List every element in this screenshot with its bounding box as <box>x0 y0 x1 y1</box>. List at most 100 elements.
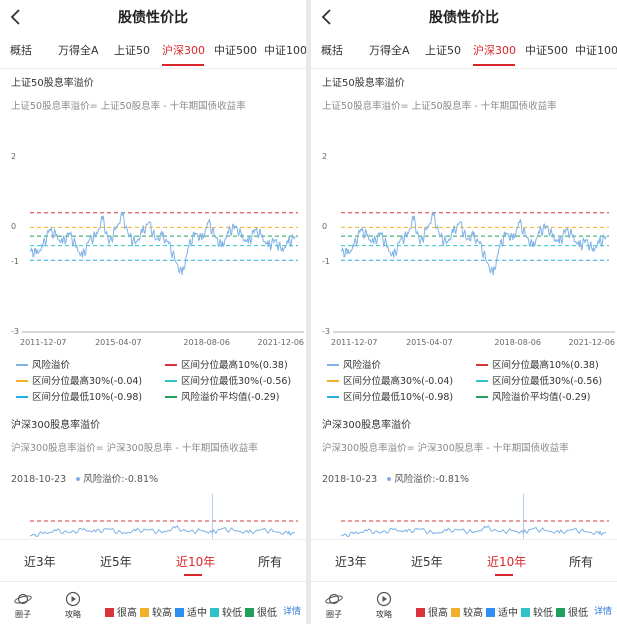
legend-swatch <box>476 363 488 366</box>
level-moderate: 适中 <box>486 604 518 619</box>
section2-title: 沪深300股息率溢价 <box>11 420 101 431</box>
legend-label: 区间分位最低30%(-0.56) <box>181 376 292 387</box>
page-title: 股债性价比 <box>429 10 499 26</box>
index-tab-bar: 概括 万得全A 上证50 沪深300 中证500 中证1000 <box>311 42 617 68</box>
x-tick-label: 2018-08-06 <box>183 338 230 347</box>
legend-swatch <box>327 379 339 382</box>
y-tick-label: -3 <box>322 327 330 336</box>
range-5y-button[interactable]: 近5年 <box>100 553 132 570</box>
x-tick-label: 2011-12-07 <box>331 338 378 347</box>
hover-date: 2018-10-23 <box>322 474 378 485</box>
y-tick-label: 2 <box>322 152 327 161</box>
tab-csi1000[interactable]: 中证1000 <box>575 42 617 58</box>
legend-label: 区间分位最低30%(-0.56) <box>492 376 603 387</box>
legend-swatch <box>165 379 177 382</box>
tab-csi1000[interactable]: 中证1000 <box>264 42 306 58</box>
x-tick-label: 2018-08-06 <box>494 338 541 347</box>
detail-link[interactable]: 详情 <box>283 604 301 617</box>
gonglue-label: 攻略 <box>376 610 392 619</box>
tab-csi300[interactable]: 沪深300 <box>162 42 205 58</box>
level-label: 很高 <box>428 608 448 619</box>
level-swatch <box>245 607 254 617</box>
index-tab-bar: 概括 万得全A 上证50 沪深300 中证500 中证1000 <box>0 42 306 68</box>
level-swatch <box>556 607 565 617</box>
tab-csi500[interactable]: 中证500 <box>214 42 257 58</box>
csi300-premium-chart[interactable] <box>311 490 617 540</box>
legend-item-bottom10: 区间分位最低10%(-0.98) <box>16 389 142 403</box>
range-5y-button[interactable]: 近5年 <box>411 553 443 570</box>
range-3y-button[interactable]: 近3年 <box>335 553 367 570</box>
page-title: 股债性价比 <box>118 10 188 26</box>
hover-date: 2018-10-23 <box>11 474 67 485</box>
level-label: 很低 <box>568 608 588 619</box>
gonglue-button[interactable]: 攻略 <box>371 591 397 620</box>
range-10y-button[interactable]: 近10年 <box>176 553 215 570</box>
level-label: 较低 <box>222 608 242 619</box>
range-10y-button[interactable]: 近10年 <box>487 553 526 570</box>
range-all-button[interactable]: 所有 <box>258 553 282 570</box>
tab-csi500[interactable]: 中证500 <box>525 42 568 58</box>
legend-item-bottom30: 区间分位最低30%(-0.56) <box>165 373 291 387</box>
quanzi-button[interactable]: 圈子 <box>10 591 36 620</box>
tab-sse50[interactable]: 上证50 <box>425 42 461 58</box>
play-circle-icon <box>376 591 392 607</box>
section1-formula: 上证50股息率溢价= 上证50股息率 - 十年期国债收益率 <box>11 101 246 112</box>
legend-swatch <box>165 363 177 366</box>
level-very-low: 很低 <box>556 604 588 619</box>
level-low: 较低 <box>521 604 553 619</box>
level-label: 较低 <box>533 608 553 619</box>
level-swatch <box>105 607 114 617</box>
bottom-toolbar: 圈子 攻略 很高 较高 适中 较低 很低 详情 <box>0 581 306 624</box>
header-divider <box>311 68 617 69</box>
tab-wind-all-a[interactable]: 万得全A <box>369 42 410 58</box>
y-tick-label: -1 <box>11 257 19 266</box>
legend-swatch <box>165 395 177 398</box>
tab-sse50[interactable]: 上证50 <box>114 42 150 58</box>
hover-readout: 2018-10-23 风险溢价:-0.81% <box>322 471 469 485</box>
tab-csi300[interactable]: 沪深300 <box>473 42 516 58</box>
premium-line-chart[interactable]: -3 -1 0 2 2011-12-07 2015-04-07 2018-08-06 202… <box>311 136 617 351</box>
legend-swatch <box>476 395 488 398</box>
play-circle-icon <box>65 591 81 607</box>
series-line-risk-premium <box>29 211 296 276</box>
tab-wind-all-a[interactable]: 万得全A <box>58 42 99 58</box>
premium-line-chart[interactable]: -3 -1 0 2 2011-12-07 2015-04-07 2018-08-06 202… <box>0 136 306 351</box>
level-very-high: 很高 <box>416 604 448 619</box>
level-label: 很高 <box>117 608 137 619</box>
active-tab-indicator <box>473 64 515 66</box>
section1-title: 上证50股息率溢价 <box>322 78 405 89</box>
x-tick-label: 2015-04-07 <box>95 338 142 347</box>
section2-formula: 沪深300股息率溢价= 沪深300股息率 - 十年期国债收益率 <box>322 443 569 454</box>
range-3y-button[interactable]: 近3年 <box>24 553 56 570</box>
section1-title: 上证50股息率溢价 <box>11 78 94 89</box>
range-all-button[interactable]: 所有 <box>569 553 593 570</box>
quanzi-label: 圈子 <box>326 610 342 619</box>
legend-item-risk-premium: 风险溢价 <box>327 357 381 371</box>
quanzi-button[interactable]: 圈子 <box>321 591 347 620</box>
time-range-selector: 近3年 近5年 近10年 所有 <box>0 539 306 581</box>
legend-label: 区间分位最高10%(0.38) <box>492 360 599 371</box>
bottom-toolbar: 圈子 攻略 很高 较高 适中 较低 很低 详情 <box>311 581 617 624</box>
level-high: 较高 <box>140 604 172 619</box>
hover-readout: 2018-10-23 风险溢价:-0.81% <box>11 471 158 485</box>
section2-title: 沪深300股息率溢价 <box>322 420 412 431</box>
planet-icon <box>14 593 32 605</box>
legend-swatch <box>327 395 339 398</box>
phone-screen-right: 股债性价比 概括 万得全A 上证50 沪深300 中证500 中证1000 上证… <box>311 0 617 624</box>
csi300-premium-chart[interactable] <box>0 490 306 540</box>
tab-overview[interactable]: 概括 <box>10 42 32 58</box>
detail-link[interactable]: 详情 <box>594 604 612 617</box>
hover-value: 风险溢价:-0.81% <box>394 474 470 485</box>
planet-icon <box>325 593 343 605</box>
series-line-csi300 <box>29 524 296 538</box>
chart-legend: 风险溢价 区间分位最高10%(0.38) 区间分位最高30%(-0.04) 区间… <box>0 357 306 405</box>
hover-series-dot <box>76 477 81 481</box>
gonglue-label: 攻略 <box>65 610 81 619</box>
gonglue-button[interactable]: 攻略 <box>60 591 86 620</box>
tab-overview[interactable]: 概括 <box>321 42 343 58</box>
legend-item-average: 风险溢价平均值(-0.29) <box>165 389 280 403</box>
x-tick-label: 2021-12-06 <box>569 338 616 347</box>
y-tick-label: 0 <box>322 222 327 231</box>
x-tick-label: 2015-04-07 <box>406 338 453 347</box>
hover-value: 风险溢价:-0.81% <box>83 474 159 485</box>
